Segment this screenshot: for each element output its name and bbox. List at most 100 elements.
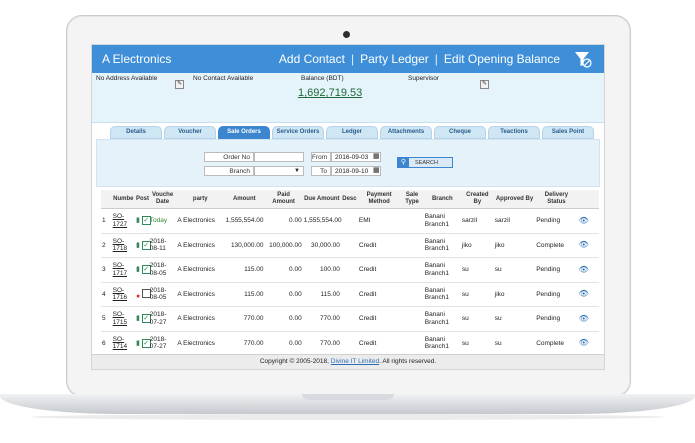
order-number-link[interactable]: SO-1718 (113, 238, 127, 253)
tab-ledger[interactable]: Ledger (326, 126, 378, 139)
branch-select[interactable]: ▼ (254, 166, 304, 176)
filter-icon[interactable] (574, 50, 592, 68)
contact-text: No Contact Available (193, 75, 254, 82)
order-number-link[interactable]: SO-1716 (113, 287, 127, 302)
desc-cell (340, 257, 358, 283)
view-eye-icon[interactable]: 👁 (579, 240, 589, 249)
tab-service-orders[interactable]: Service Orders (272, 126, 324, 139)
voucher-date: 2018-07-27 (148, 331, 177, 356)
paid-amount-cell: 0.00 (264, 257, 303, 283)
column-header: Vouche Date (148, 190, 177, 209)
footer: Copyright © 2005-2018, Divine IT Limited… (92, 354, 604, 369)
due-amount-cell: 770.00 (302, 306, 341, 332)
table-row[interactable]: 1 SO-1727 ▮ ✓ Today A Electronics 1,555,554.0… (101, 208, 599, 234)
order-number-link[interactable]: SO-1727 (113, 213, 127, 228)
party-ledger-link[interactable]: Party Ledger (360, 52, 429, 66)
paid-amount-cell: 0.00 (264, 208, 303, 234)
delivery-status-cell: Pending (535, 306, 578, 332)
approved-by-cell: su (493, 257, 536, 283)
top-bar: A Electronics Add Contact | Party Ledger… (92, 45, 604, 73)
table-row[interactable]: 6 SO-1714 ▮ ✓ 2018-07-27 A Electronics 770.00… (101, 331, 599, 356)
table-row[interactable]: 2 SO-1718 ▮ ✓ 2018-08-11 A Electronics 130,00… (101, 233, 599, 258)
order-number-link[interactable]: SO-1717 (113, 262, 127, 277)
approved-by-cell: su (493, 331, 536, 356)
rights-text: . All rights reserved. (379, 358, 437, 365)
edit-opening-balance-link[interactable]: Edit Opening Balance (444, 52, 560, 66)
due-amount-cell: 115.00 (302, 282, 341, 307)
column-header: Delivery Status (535, 190, 578, 209)
calendar-icon[interactable]: ▦ (373, 166, 380, 174)
tab-voucher[interactable]: Voucher (164, 126, 216, 139)
branch-cell: Banani Branch1 (423, 257, 461, 283)
voucher-date: 2018-08-05 (148, 282, 177, 307)
column-header: Paid Amount (264, 190, 303, 209)
tab-cheque[interactable]: Cheque (434, 126, 486, 139)
add-contact-link[interactable]: Add Contact (279, 52, 345, 66)
table-row[interactable]: 4 SO-1716 ● 2018-08-05 A Electronics 115.00 0… (101, 282, 599, 307)
table-row[interactable]: 5 SO-1715 ▮ ✓ 2018-07-27 A Electronics 770.00… (101, 306, 599, 332)
tab-details[interactable]: Details (110, 126, 162, 139)
order-no-input[interactable] (254, 152, 304, 162)
separator: | (434, 52, 438, 66)
table-header-row: Numbe Post Vouche Date party Amount Paid… (101, 190, 599, 209)
payment-method-cell: Credit (357, 306, 401, 332)
posted-icon: ▮ (135, 315, 140, 323)
order-number-link[interactable]: SO-1714 (113, 336, 127, 351)
party-cell: A Electronics (176, 306, 225, 332)
table-row[interactable]: 3 SO-1717 ▮ ✓ 2018-08-05 A Electronics 115.00… (101, 257, 599, 283)
view-eye-icon[interactable]: 👁 (579, 314, 589, 323)
amount-cell: 115.00 (224, 282, 265, 307)
branch-cell: Banani Branch1 (423, 282, 461, 307)
column-header (577, 190, 599, 209)
branch-cell: Banani Branch1 (423, 331, 461, 356)
created-by-cell: jiko (460, 233, 494, 258)
top-actions: Add Contact | Party Ledger | Edit Openin… (279, 52, 560, 66)
delivery-status-cell: Complete (535, 233, 578, 258)
view-eye-icon[interactable]: 👁 (579, 289, 589, 298)
row-index: 5 (101, 306, 112, 332)
paid-amount-cell: 0.00 (264, 282, 303, 307)
app-title: A Electronics (102, 52, 172, 66)
app-screen: A Electronics Add Contact | Party Ledger… (91, 44, 605, 370)
desc-cell (340, 306, 358, 332)
balance-value[interactable]: 1,692,719.53 (298, 87, 362, 99)
party-info-panel: No Address Available ✎ No Contact Availa… (92, 73, 604, 123)
sale-orders-table: Numbe Post Vouche Date party Amount Paid… (101, 190, 599, 356)
supervisor-label: Supervisor (408, 75, 440, 82)
tab-sale-orders[interactable]: Sale Orders (218, 126, 270, 139)
voucher-date: 2018-08-05 (148, 257, 177, 283)
column-header: Amount (224, 190, 265, 209)
row-index: 2 (101, 233, 112, 258)
view-eye-icon[interactable]: 👁 (579, 216, 589, 225)
party-cell: A Electronics (176, 208, 225, 234)
view-eye-icon[interactable]: 👁 (579, 265, 589, 274)
sale-type-cell (400, 331, 424, 356)
amount-cell: 130,000.00 (224, 233, 265, 258)
branch-label: Branch (204, 166, 254, 176)
approved-by-cell: su (493, 306, 536, 332)
tab-sales-point[interactable]: Sales Point (542, 126, 594, 139)
calendar-icon[interactable]: ▦ (373, 152, 380, 160)
desc-cell (340, 233, 358, 258)
search-button[interactable]: ⚲ SEARCH (397, 157, 453, 168)
dropdown-arrow-icon: ▼ (294, 168, 300, 174)
paid-amount-cell: 0.00 (264, 306, 303, 332)
view-eye-icon[interactable]: 👁 (579, 338, 589, 347)
tab-attachments[interactable]: Attachments (380, 126, 432, 139)
delivery-status-cell: Pending (535, 257, 578, 283)
tab-teactions[interactable]: Teactions (488, 126, 540, 139)
order-number-link[interactable]: SO-1715 (113, 311, 127, 326)
edit-supervisor-icon[interactable]: ✎ (480, 80, 489, 89)
balance-label: Balance (BDT) (301, 75, 344, 82)
delivery-status-cell: Complete (535, 331, 578, 356)
created-by-cell: su (460, 331, 494, 356)
voucher-date: 2018-07-27 (148, 306, 177, 332)
approved-by-cell: jiko (493, 282, 536, 307)
created-by-cell: sarzil (460, 208, 494, 234)
edit-address-icon[interactable]: ✎ (175, 80, 184, 89)
company-link[interactable]: Divine IT Limited (331, 358, 379, 365)
amount-cell: 770.00 (224, 306, 265, 332)
to-date-value: 2018-09-10 (335, 168, 369, 175)
created-by-cell: su (460, 282, 494, 307)
posted-icon: ▮ (135, 339, 140, 347)
